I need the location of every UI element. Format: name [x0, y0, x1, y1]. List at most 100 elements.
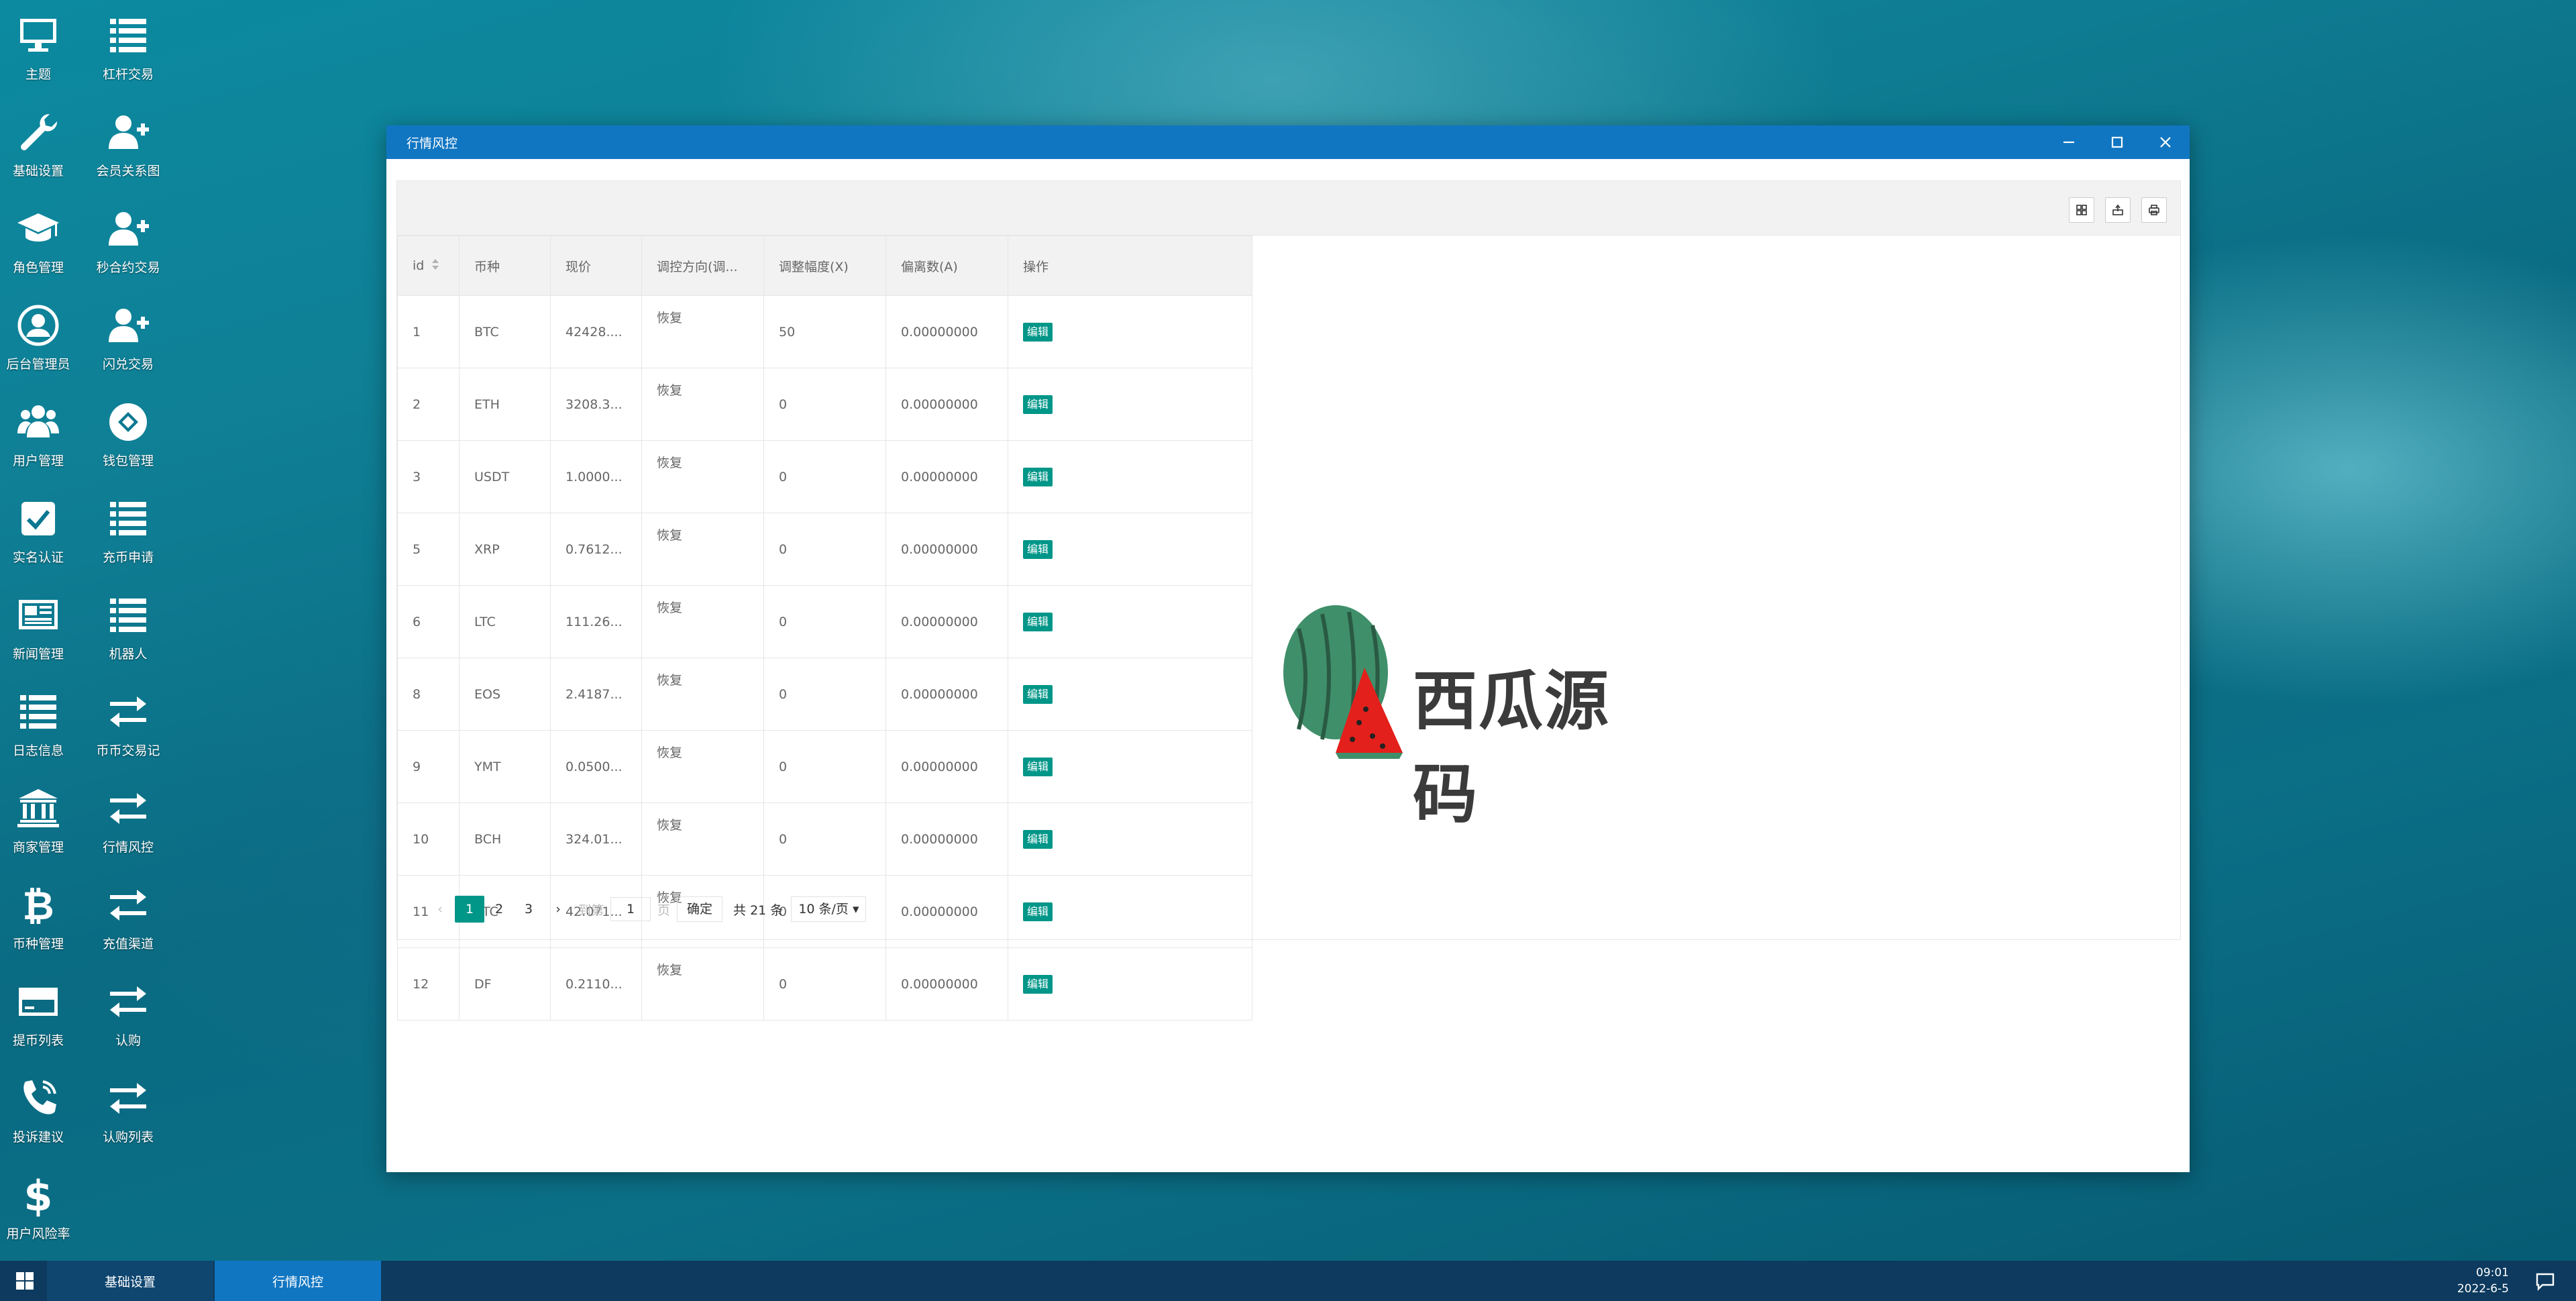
user-plus-icon: [103, 301, 153, 350]
edit-button[interactable]: 编辑: [1023, 467, 1053, 486]
header-price: 现价: [550, 236, 642, 296]
page-size-select[interactable]: 10 条/页 ▾: [791, 896, 867, 922]
desktop-icon-label: 会员关系图: [96, 164, 160, 178]
cell-action: 编辑: [1008, 730, 1252, 803]
desktop-icon-17[interactable]: 商家管理: [0, 773, 82, 860]
cell-id: 12: [397, 947, 460, 1021]
maximize-button[interactable]: [2093, 125, 2141, 159]
edit-button[interactable]: 编辑: [1023, 322, 1053, 342]
desktop-icon-8[interactable]: 闪兑交易: [85, 290, 172, 377]
page-1[interactable]: 1: [455, 896, 484, 923]
desktop-icon-22[interactable]: 认购: [85, 966, 172, 1053]
desktop-icon-6[interactable]: 秒合约交易: [85, 193, 172, 280]
clock-date: 2022-6-5: [2457, 1282, 2509, 1296]
wallet-icon: [103, 397, 153, 447]
edit-button[interactable]: 编辑: [1023, 902, 1053, 921]
desktop-icon-12[interactable]: 充币申请: [85, 483, 172, 570]
goto-page-input[interactable]: 1: [610, 897, 651, 921]
credit-card-icon: [13, 977, 63, 1027]
cell-direction: 恢复: [641, 585, 764, 658]
desktop-icon-3[interactable]: 基础设置: [0, 97, 82, 184]
cell-id: 5: [397, 513, 460, 586]
cell-action: 编辑: [1008, 368, 1252, 441]
cell-id: 10: [397, 802, 460, 876]
taskbar-tab-basic-settings[interactable]: 基础设置: [47, 1261, 213, 1301]
cell-direction: 恢复: [641, 802, 764, 876]
desktop-icon-23[interactable]: 投诉建议: [0, 1063, 82, 1150]
desktop-icon-20[interactable]: 充值渠道: [85, 870, 172, 957]
svg-text:$: $: [23, 1173, 52, 1217]
table-header-row: id 币种 现价 调控方向(调... 调整幅度(X) 偏离数(A) 操作: [397, 236, 1252, 296]
desktop-icon-label: 商家管理: [12, 840, 64, 855]
desktop-icon-21[interactable]: 提币列表: [0, 966, 82, 1053]
edit-button[interactable]: 编辑: [1023, 395, 1053, 414]
desktop-icon-label: 用户风险率: [6, 1227, 70, 1241]
sort-icon[interactable]: [431, 258, 440, 274]
desktop-icon-18[interactable]: 行情风控: [85, 773, 172, 860]
desktop-icon-2[interactable]: 杠杆交易: [85, 0, 172, 87]
desktop-icon-16[interactable]: 币币交易记: [85, 676, 172, 764]
next-page-button[interactable]: ›: [543, 896, 573, 923]
window-title-bar[interactable]: 行情风控: [386, 125, 2190, 159]
cell-range: 0: [763, 658, 886, 731]
columns-button[interactable]: [2069, 197, 2094, 223]
table-toolbar: [397, 181, 2180, 236]
header-direction: 调控方向(调...: [641, 236, 764, 296]
cell-coin: YMT: [459, 730, 551, 803]
prev-page-button[interactable]: ‹: [425, 896, 455, 923]
cell-offset: 0.00000000: [885, 295, 1008, 368]
export-button[interactable]: [2105, 197, 2131, 223]
minimize-button[interactable]: [2045, 125, 2093, 159]
page-size-value: 10 条/页: [798, 902, 849, 917]
desktop-icon-13[interactable]: 新闻管理: [0, 580, 82, 667]
clock[interactable]: 09:01 2022-6-5: [2457, 1265, 2509, 1297]
taskbar-tab-market-risk[interactable]: 行情风控: [215, 1261, 381, 1301]
cell-action: 编辑: [1008, 295, 1252, 368]
desktop-icon-4[interactable]: 会员关系图: [85, 97, 172, 184]
table-row: 12 DF 0.2110... 恢复 0 0.00000000 编辑: [397, 947, 1252, 1021]
page-2[interactable]: 2: [484, 896, 514, 923]
minimize-icon: [2063, 141, 2074, 144]
desktop-icon-10[interactable]: 钱包管理: [85, 386, 172, 474]
desktop-icon-label: 实名认证: [12, 550, 64, 565]
edit-button[interactable]: 编辑: [1023, 974, 1053, 994]
edit-button[interactable]: 编辑: [1023, 684, 1053, 704]
goto-confirm-button[interactable]: 确定: [677, 896, 723, 922]
table-row: 2 ETH 3208.3... 恢复 0 0.00000000 编辑: [397, 368, 1252, 441]
cell-id: 6: [397, 585, 460, 658]
header-range: 调整幅度(X): [763, 236, 886, 296]
desktop-icon-label: 充值渠道: [102, 937, 154, 951]
start-button[interactable]: [8, 1261, 42, 1301]
cell-coin: DF: [459, 947, 551, 1021]
header-id[interactable]: id: [397, 236, 460, 296]
notification-button[interactable]: [2534, 1270, 2557, 1292]
cell-price: 0.2110...: [550, 947, 642, 1021]
desktop-icon-24[interactable]: 认购列表: [85, 1063, 172, 1150]
cell-id: 1: [397, 295, 460, 368]
print-button[interactable]: [2141, 197, 2167, 223]
user-plus-icon: [103, 204, 153, 254]
check-square-icon: [13, 494, 63, 543]
cell-id: 8: [397, 658, 460, 731]
desktop-icon-25[interactable]: $ 用户风险率: [0, 1159, 82, 1247]
cell-id: 9: [397, 730, 460, 803]
page-3[interactable]: 3: [514, 896, 543, 923]
cell-price: 2.4187...: [550, 658, 642, 731]
desktop-icon-19[interactable]: ₿ 币种管理: [0, 870, 82, 957]
desktop-icon-15[interactable]: 日志信息: [0, 676, 82, 764]
desktop-icon-7[interactable]: 后台管理员: [0, 290, 82, 377]
edit-button[interactable]: 编辑: [1023, 612, 1053, 631]
desktop-icon-label: 基础设置: [12, 164, 64, 178]
cell-price: 111.26...: [550, 585, 642, 658]
desktop-icon-14[interactable]: 机器人: [85, 580, 172, 667]
cell-direction: 恢复: [641, 368, 764, 441]
desktop-icon-5[interactable]: 角色管理: [0, 193, 82, 280]
cell-offset: 0.00000000: [885, 585, 1008, 658]
edit-button[interactable]: 编辑: [1023, 829, 1053, 849]
edit-button[interactable]: 编辑: [1023, 539, 1053, 559]
desktop-icon-1[interactable]: 主题: [0, 0, 82, 87]
close-button[interactable]: [2141, 125, 2190, 159]
desktop-icon-11[interactable]: 实名认证: [0, 483, 82, 570]
edit-button[interactable]: 编辑: [1023, 757, 1053, 776]
desktop-icon-9[interactable]: 用户管理: [0, 386, 82, 474]
